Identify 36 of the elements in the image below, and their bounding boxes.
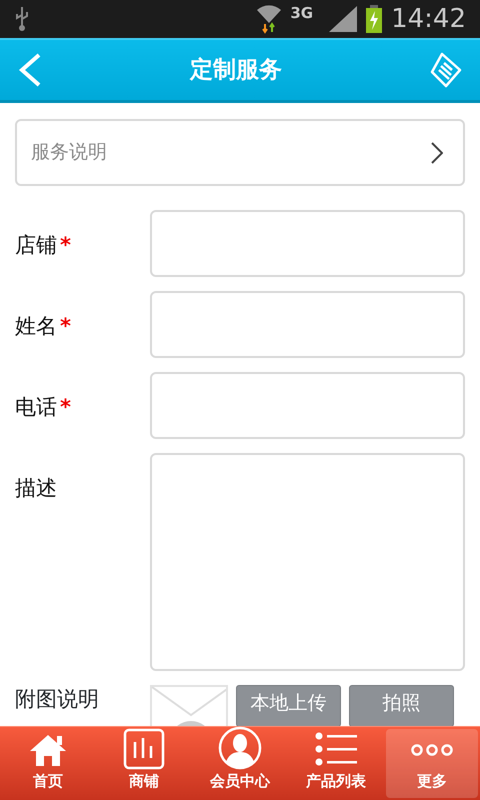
chevron-right-icon	[431, 142, 443, 164]
battery-icon	[365, 5, 384, 33]
field-label: 描述	[15, 476, 57, 500]
list-icon	[314, 732, 358, 768]
upload-button[interactable]: 拍照	[349, 685, 454, 726]
service-info-row[interactable]: 服务说明	[15, 119, 465, 186]
field-label: 姓名	[15, 314, 57, 338]
service-info-label: 服务说明	[31, 140, 107, 166]
network-type: 3G	[290, 2, 314, 24]
tab-item[interactable]: 会员中心	[194, 729, 286, 798]
input-field[interactable]	[150, 372, 465, 439]
tab-item[interactable]: 商铺	[98, 729, 190, 798]
back-icon[interactable]	[18, 53, 42, 87]
tab-item[interactable]: 更多	[386, 729, 478, 798]
input-field[interactable]	[150, 291, 465, 358]
scroll-icon[interactable]	[430, 52, 462, 88]
required-mark: *	[60, 233, 71, 257]
attachment-label: 附图说明	[15, 686, 100, 712]
signal-icon	[329, 6, 358, 32]
required-mark: *	[60, 395, 71, 419]
field-label: 店铺	[15, 233, 57, 257]
usb-icon	[14, 7, 30, 31]
wifi-icon	[256, 4, 282, 34]
upload-button[interactable]: 本地上传	[236, 685, 341, 726]
field-label: 电话	[15, 395, 57, 419]
more-icon	[410, 744, 454, 756]
user-icon	[218, 726, 262, 770]
tab-item[interactable]: 首页	[2, 729, 94, 798]
text-area[interactable]	[150, 453, 465, 671]
bar-chart-icon	[123, 728, 165, 770]
page-title: 定制服务	[190, 56, 282, 85]
clock: 14:42	[391, 2, 466, 36]
home-icon	[28, 732, 68, 767]
tab-item[interactable]: 产品列表	[290, 729, 382, 798]
required-mark: *	[60, 314, 71, 338]
input-field[interactable]	[150, 210, 465, 277]
